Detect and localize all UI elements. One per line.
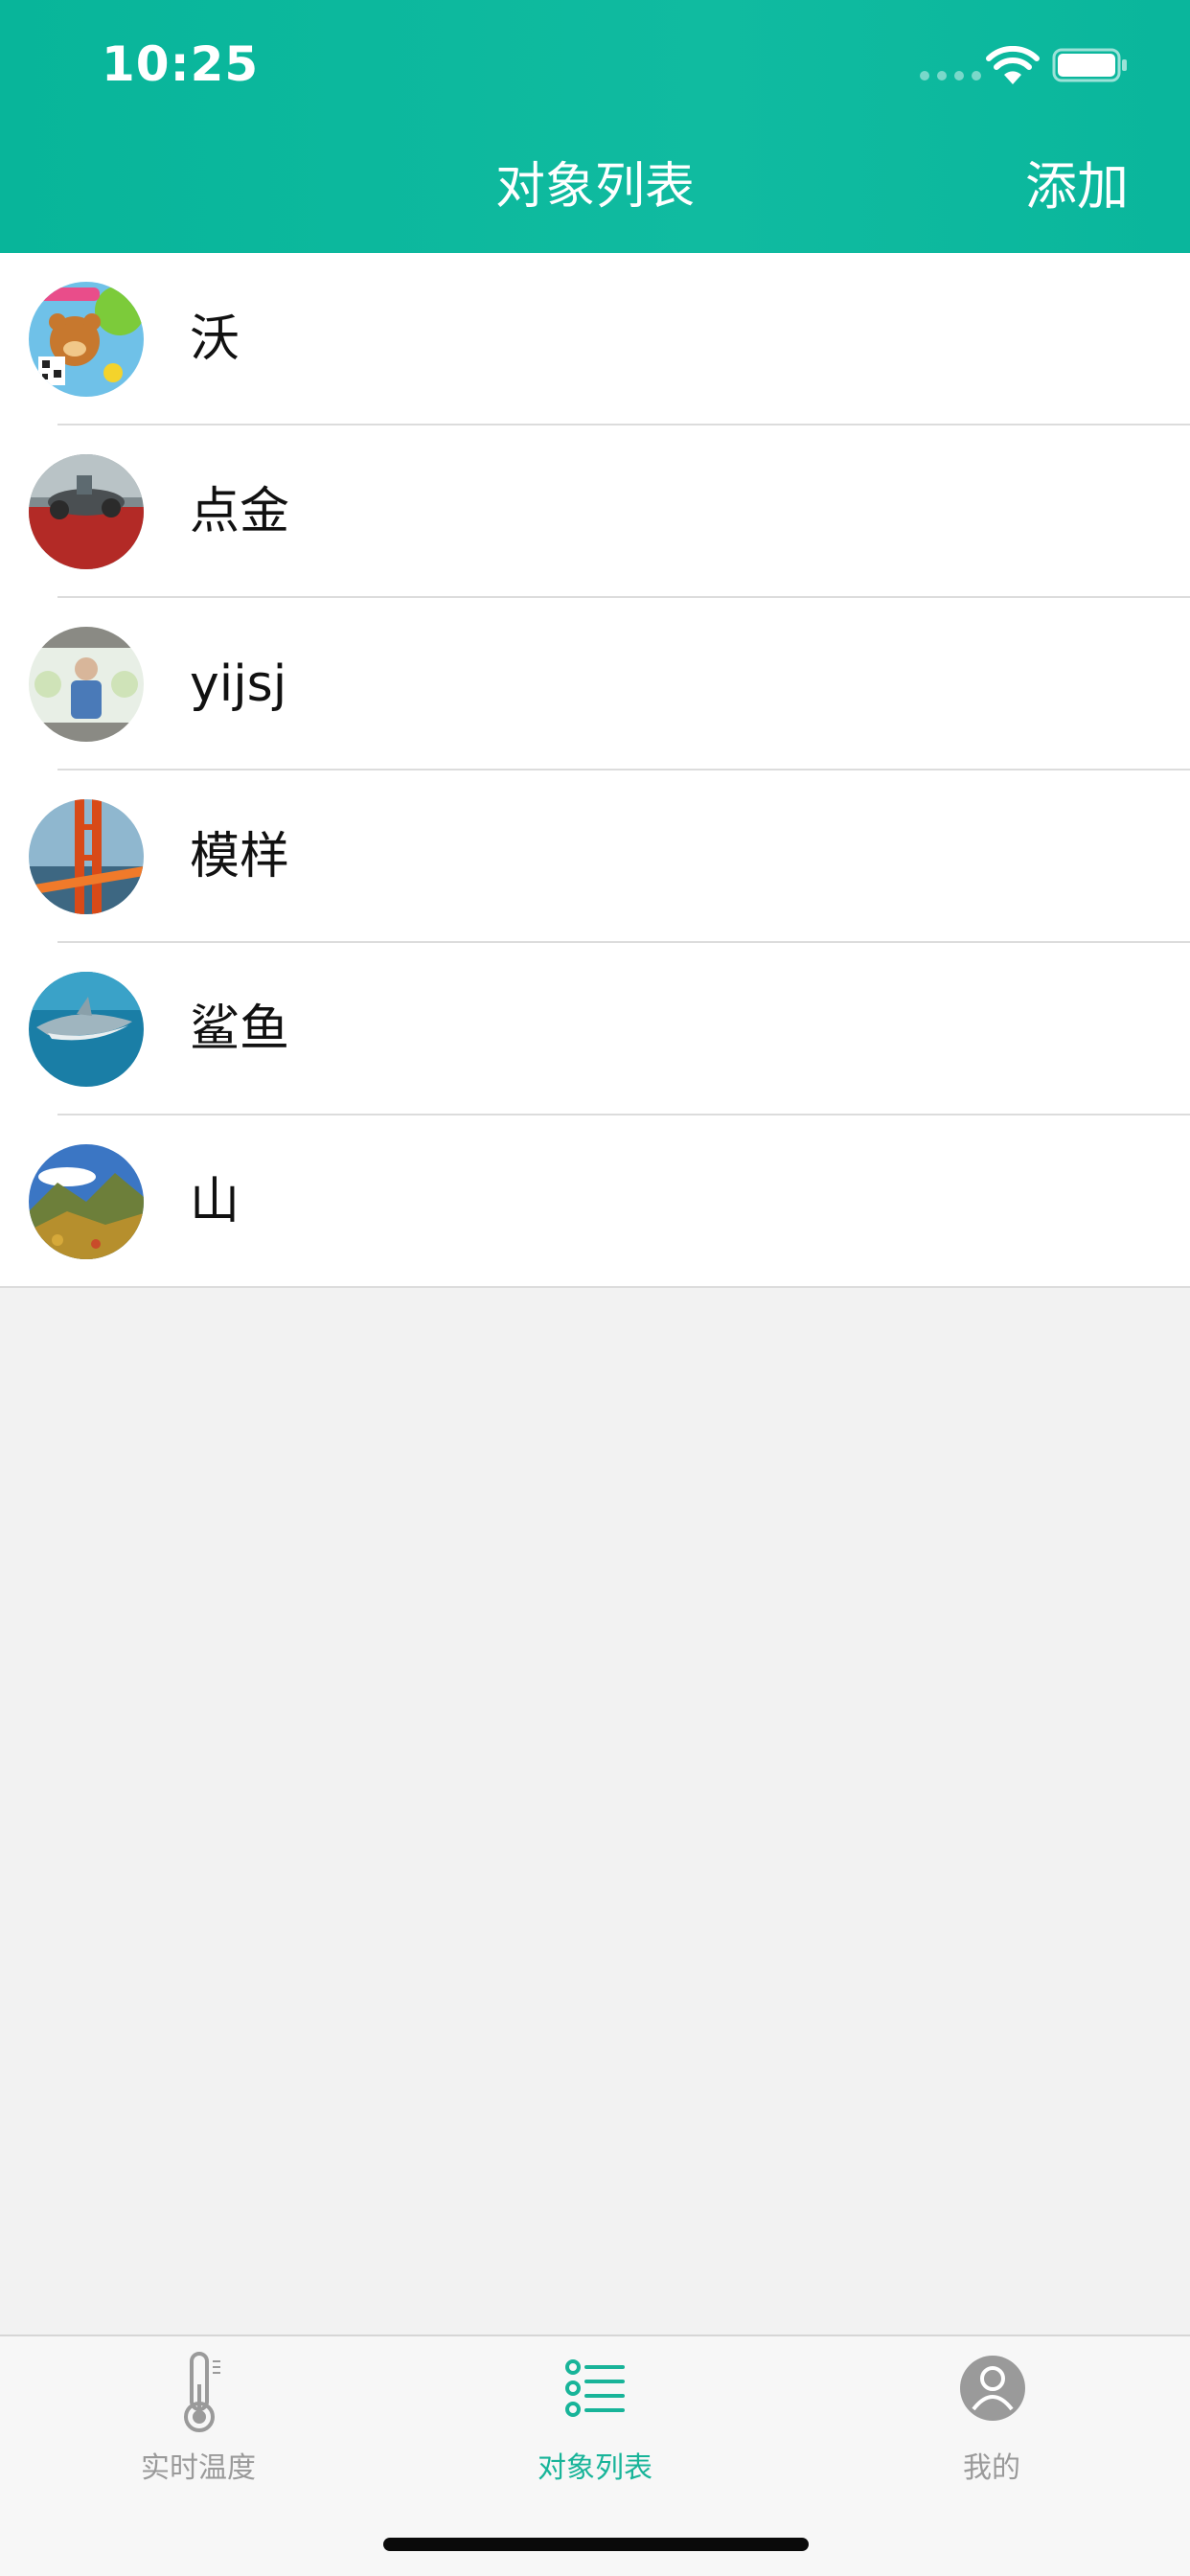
item-name: 沃 [190, 310, 240, 368]
item-name: yijsj [190, 656, 287, 713]
tab-label: 实时温度 [141, 2451, 256, 2485]
status-time: 10:25 [102, 36, 260, 92]
item-name: 模样 [190, 828, 290, 886]
thermometer-icon [184, 2352, 220, 2432]
add-button[interactable]: 添加 [1025, 153, 1129, 220]
list-item[interactable]: 点金 [0, 426, 1190, 598]
shark-avatar [29, 972, 144, 1087]
wifi-icon [986, 46, 1040, 84]
item-name: 鲨鱼 [190, 1000, 290, 1058]
tab-label: 对象列表 [538, 2451, 652, 2485]
item-name: 山 [190, 1173, 240, 1230]
bear-balloon-avatar [29, 282, 144, 397]
mountain-avatar [29, 1144, 144, 1259]
home-indicator[interactable] [383, 2538, 809, 2551]
object-list: 沃 点金 yijsj 模样 鲨鱼 山 [0, 253, 1190, 1288]
tab-mine[interactable]: 我的 [793, 2336, 1190, 2499]
top-header: 10:25 对象列表 添加 [0, 0, 1190, 253]
user-icon [960, 2356, 1025, 2421]
signal-icon [920, 71, 981, 80]
item-name: 点金 [190, 483, 290, 540]
battery-icon [1052, 48, 1127, 82]
tab-realtime-temperature[interactable]: 实时温度 [0, 2336, 397, 2499]
list-item[interactable]: 沃 [0, 253, 1190, 426]
list-icon [565, 2359, 625, 2417]
tab-label: 我的 [963, 2451, 1020, 2485]
page-title: 对象列表 [494, 158, 695, 216]
list-item[interactable]: 鲨鱼 [0, 943, 1190, 1116]
motorcycle-avatar [29, 454, 144, 569]
divider [0, 1286, 1190, 1288]
person-photo-avatar [29, 627, 144, 742]
app-screen: 10:25 对象列表 添加 沃 点金 yijsj 模样 鲨鱼 山 实时温度 对象… [0, 0, 1190, 2576]
list-item[interactable]: 山 [0, 1116, 1190, 1288]
tab-object-list[interactable]: 对象列表 [397, 2336, 793, 2499]
list-item[interactable]: yijsj [0, 598, 1190, 770]
bridge-avatar [29, 799, 144, 914]
list-item[interactable]: 模样 [0, 770, 1190, 943]
